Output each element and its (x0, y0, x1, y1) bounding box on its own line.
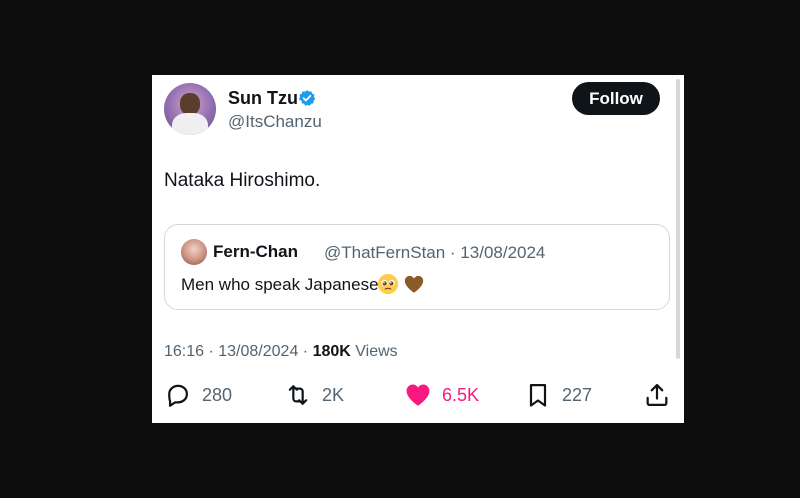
reply-button[interactable]: 280 (164, 381, 232, 409)
like-button[interactable]: 6.5K (404, 381, 479, 409)
tweet-card: Sun Tzu @ItsChanzu Follow Nataka Hiroshi… (152, 75, 684, 423)
like-count: 6.5K (442, 384, 480, 405)
views-count: 180K (312, 343, 351, 360)
quote-author-name: Fern-Chan (213, 242, 298, 261)
author-name[interactable]: Sun Tzu (228, 88, 298, 109)
scrollbar[interactable] (676, 79, 680, 359)
retweet-button[interactable]: 2K (284, 381, 344, 409)
quoted-tweet[interactable]: Fern-Chan @ThatFernStan · 13/08/2024 Men… (164, 224, 670, 310)
quote-author-avatar (181, 239, 207, 265)
author-avatar[interactable] (164, 83, 216, 135)
quote-text: Men who speak Japanese (181, 275, 379, 294)
share-icon (646, 383, 668, 407)
follow-button[interactable]: Follow (572, 82, 660, 115)
tweet-text: Nataka Hiroshimo. (164, 170, 321, 191)
tweet-meta: 16:16 · 13/08/2024 · 180K Views (164, 343, 398, 361)
reply-count: 280 (202, 384, 233, 405)
views-label: Views (350, 343, 398, 360)
pleading-face-emoji-icon (377, 273, 399, 295)
bookmark-icon (529, 383, 547, 407)
author-handle[interactable]: @ItsChanzu (228, 112, 322, 132)
verified-badge-icon (298, 90, 316, 106)
tweet-timestamp[interactable]: 16:16 · 13/08/2024 · (164, 343, 313, 360)
retweet-count: 2K (322, 384, 345, 405)
reply-icon (168, 384, 188, 407)
bookmark-count: 227 (562, 384, 593, 405)
retweet-icon (288, 385, 308, 405)
heart-icon (406, 384, 430, 406)
quote-handle-date: @ThatFernStan · 13/08/2024 (324, 243, 546, 262)
avatar-head (180, 93, 200, 115)
avatar-body (172, 113, 208, 135)
share-button[interactable] (643, 381, 671, 409)
bookmark-button[interactable]: 227 (524, 381, 592, 409)
brown-heart-emoji-icon (404, 275, 424, 293)
